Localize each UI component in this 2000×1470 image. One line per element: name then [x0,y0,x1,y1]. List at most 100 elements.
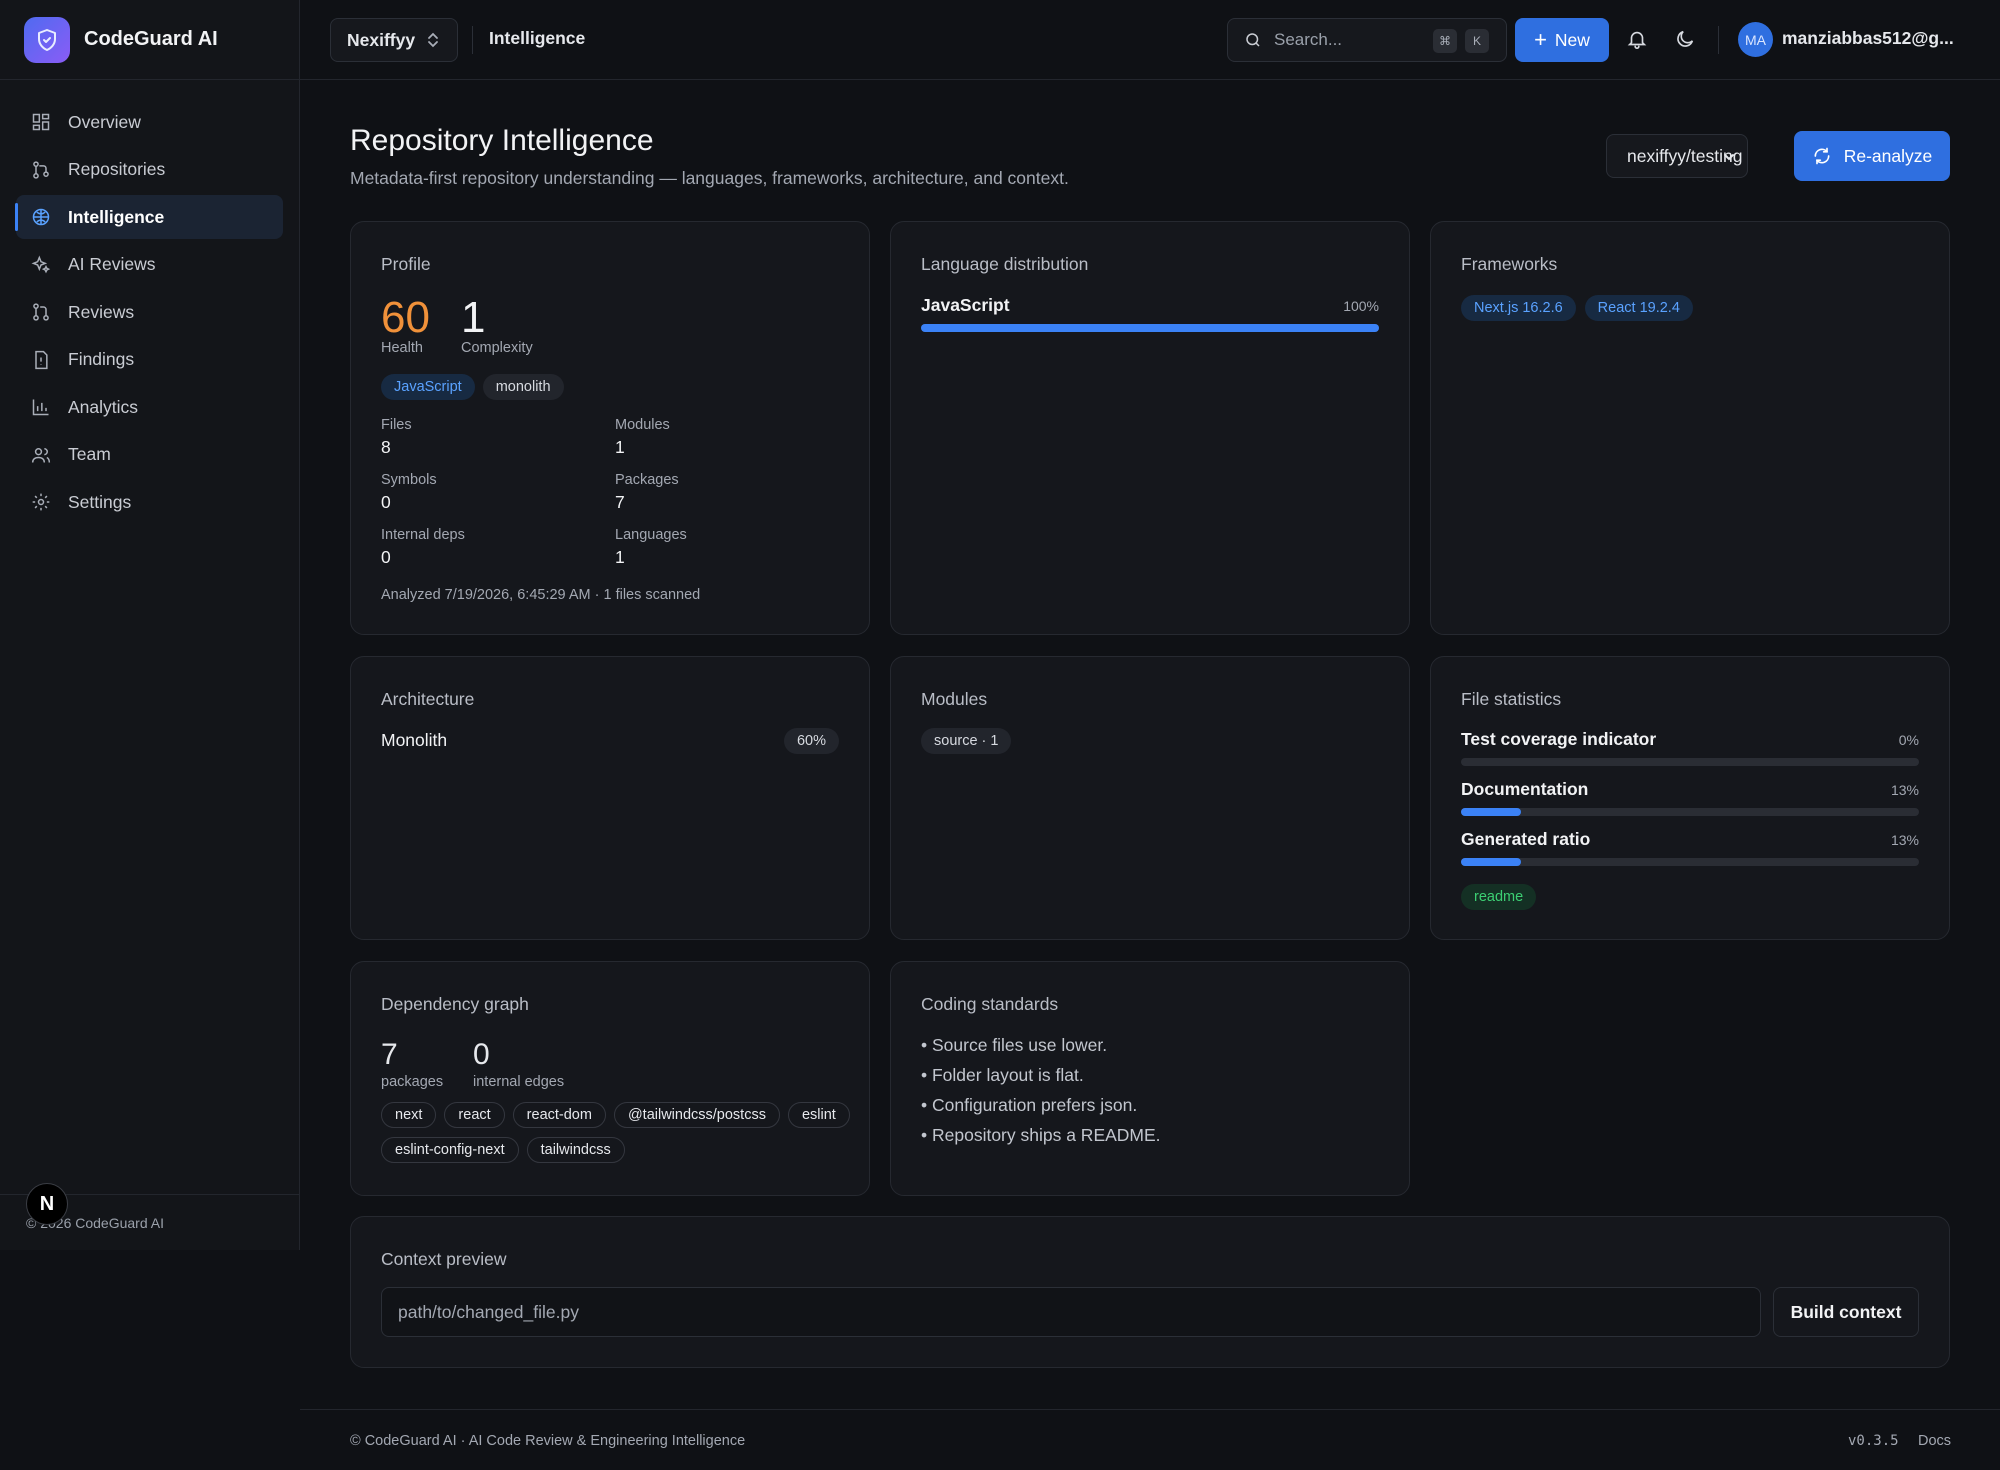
sidebar: CodeGuard AI Overview Repositories Intel… [0,0,300,1250]
file-stat-bar-fill [1461,808,1521,816]
build-context-button[interactable]: Build context [1773,1287,1919,1337]
user-email[interactable]: manziabbas512@g... [1782,28,1954,49]
standard-item: • Repository ships a README. [921,1125,1161,1145]
brain-icon [30,206,52,228]
topbar: Nexiffyy Intelligence Search... ⌘ K + Ne… [300,0,2000,80]
divider [472,26,473,54]
file-stat-bar [1461,858,1919,866]
moon-icon[interactable] [1674,28,1696,55]
packages-count: 7 [381,1038,398,1071]
card-title: File statistics [1461,689,1562,709]
file-stat-label: Documentation [1461,779,1589,799]
gear-icon [30,491,52,513]
dependency-graph-card: Dependency graph 7 packages 0 internal e… [350,961,870,1196]
package-chips: next react react-dom @tailwindcss/postcs… [381,1102,851,1163]
coding-standards-card: Coding standards • Source files use lowe… [890,961,1410,1196]
sidebar-item-analytics[interactable]: Analytics [16,385,283,429]
reanalyze-button[interactable]: Re-analyze [1794,131,1950,181]
stat-value: 1 [615,547,625,567]
file-stat-percent: 13% [1890,782,1919,798]
brand-name: CodeGuard AI [84,28,218,50]
org-name: Nexiffyy [347,29,416,50]
package-chip: tailwindcss [526,1137,625,1163]
complexity-value: 1 [461,293,486,342]
stat-label: Modules [615,417,670,433]
sidebar-item-label: Team [68,444,111,464]
language-card: Language distribution JavaScript 100% [890,221,1410,635]
avatar[interactable]: MA [1738,22,1773,57]
standard-item: • Configuration prefers json. [921,1095,1138,1115]
divider [1718,26,1719,54]
tag-chip: JavaScript [381,374,475,400]
sidebar-item-team[interactable]: Team [16,433,283,477]
bell-icon[interactable] [1626,28,1648,55]
file-stats-card: File statistics Test coverage indicator … [1430,656,1950,940]
sparkles-icon [30,254,52,276]
modules-card: Modules source · 1 [890,656,1410,940]
plus-icon: + [1534,27,1547,52]
page-footer: © CodeGuard AI · AI Code Review & Engine… [300,1409,2000,1470]
sidebar-item-label: Reviews [68,301,135,322]
new-button-label: New [1554,29,1590,50]
architecture-name: Monolith [381,730,448,750]
stat-value: 0 [381,492,391,512]
sidebar-nav: Overview Repositories Intelligence AI Re… [0,80,299,548]
stat-value: 1 [615,437,625,457]
refresh-icon [1812,146,1832,166]
sidebar-item-settings[interactable]: Settings [16,480,283,524]
chevron-down-icon [1721,149,1737,170]
analyzed-info: Analyzed 7/19/2026, 6:45:29 AM · 1 files… [381,587,701,603]
framework-chip: Next.js 16.2.6 [1461,295,1576,321]
sidebar-item-label: Repositories [68,159,166,179]
card-title: Context preview [381,1249,507,1269]
package-chip: next [381,1102,437,1128]
reanalyze-label: Re-analyze [1843,145,1933,166]
stat-label: Packages [615,472,679,488]
language-percent: 100% [1343,298,1379,314]
context-path-input[interactable]: path/to/changed_file.py [381,1287,1761,1337]
stat-value: 0 [381,547,391,567]
search-input[interactable]: Search... ⌘ K [1227,18,1507,62]
footer-docs-link[interactable]: Docs [1918,1433,1951,1449]
card-title: Architecture [381,689,475,709]
architecture-confidence: 60% [783,728,839,754]
repo-select[interactable]: nexiffyy/testing [1606,134,1748,178]
bar-chart-icon [30,396,52,418]
sidebar-item-label: Analytics [68,396,139,417]
sidebar-item-reviews[interactable]: Reviews [16,290,283,334]
sidebar-item-findings[interactable]: Findings [16,338,283,382]
standard-item: • Source files use lower. [921,1035,1108,1055]
framework-tags: Next.js 16.2.6 React 19.2.4 [1461,295,1693,321]
brand[interactable]: CodeGuard AI [0,0,299,80]
stat-value: 8 [381,437,391,457]
sidebar-item-repositories[interactable]: Repositories [16,148,283,192]
org-switcher[interactable]: Nexiffyy [330,18,458,62]
sidebar-item-ai-reviews[interactable]: AI Reviews [16,243,283,287]
grid-icon [30,111,52,133]
health-value: 60 [381,293,430,342]
file-stat-bar [1461,808,1919,816]
page-title: Repository Intelligence [350,124,654,157]
file-stat-label: Generated ratio [1461,829,1591,849]
module-chip: source · 1 [921,728,1012,754]
package-chip: react [444,1102,505,1128]
package-chip: eslint [787,1102,850,1128]
context-path-placeholder: path/to/changed_file.py [398,1301,579,1322]
new-button[interactable]: + New [1515,18,1609,62]
profile-tags: JavaScript monolith [381,374,564,400]
sidebar-item-label: Settings [68,491,132,512]
sidebar-item-intelligence[interactable]: Intelligence [15,195,283,239]
file-stat-bar [1461,758,1919,766]
card-title: Modules [921,689,988,709]
package-chip: eslint-config-next [381,1137,519,1163]
card-title: Coding standards [921,994,1059,1014]
card-title: Profile [381,254,431,274]
kbd-cmd: ⌘ [1433,29,1457,53]
context-preview-card: Context preview path/to/changed_file.py … [350,1216,1950,1368]
breadcrumb: Intelligence [489,28,586,48]
sidebar-item-label: AI Reviews [68,254,156,274]
sidebar-item-overview[interactable]: Overview [16,100,283,144]
next-dev-badge[interactable]: N [26,1183,68,1225]
footer-version: v0.3.5 [1848,1433,1899,1449]
packages-label: packages [381,1074,444,1090]
